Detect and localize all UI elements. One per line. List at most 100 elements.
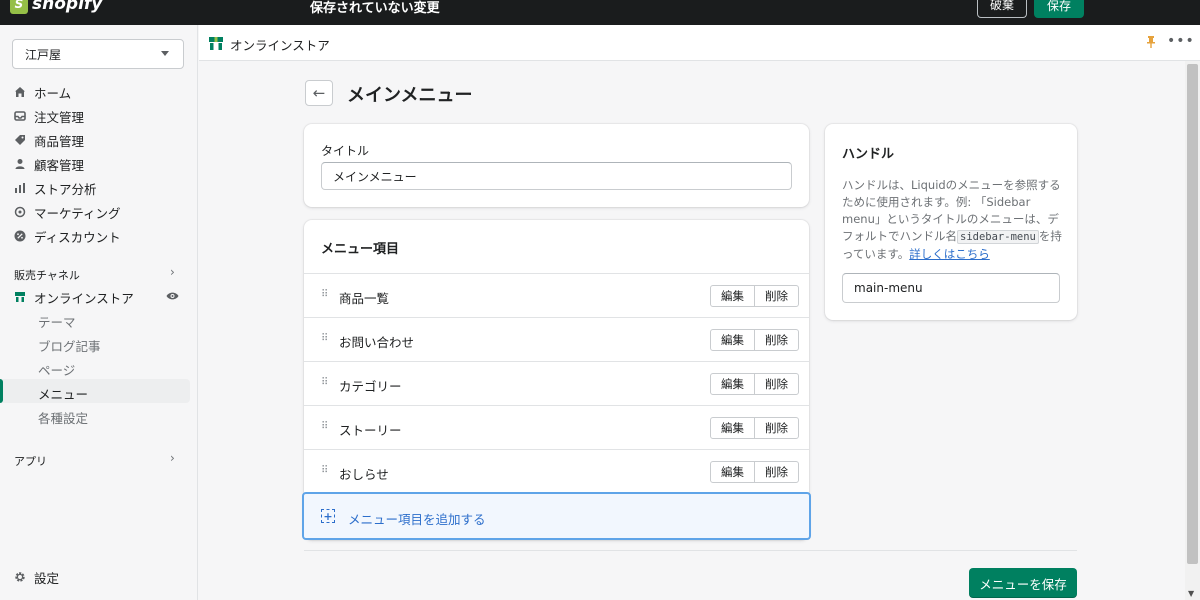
edit-button[interactable]: 編集 — [711, 418, 754, 438]
caret-down-icon — [161, 51, 169, 56]
top-bar: S shopify 保存されていない変更 破棄 保存 — [0, 0, 1200, 25]
footer-divider — [304, 550, 1077, 551]
chevron-right-icon[interactable]: › — [170, 451, 175, 465]
pin-icon[interactable] — [1146, 36, 1156, 48]
handle-example-code: sidebar-menu — [957, 230, 1039, 244]
sidebar-item-home[interactable]: ホーム — [14, 82, 71, 102]
inbox-icon — [14, 110, 26, 122]
sidebar-item-label: 商品管理 — [34, 133, 85, 149]
shopify-logo[interactable]: S shopify — [10, 0, 102, 14]
menu-item-label: ストーリー — [339, 423, 402, 438]
handle-card: ハンドル ハンドルは、Liquidのメニューを参照するために使用されます。例: … — [825, 124, 1077, 320]
delete-button[interactable]: 削除 — [754, 286, 798, 306]
sidebar-item-discounts[interactable]: ディスカウント — [14, 226, 121, 246]
menu-item-actions: 編集 削除 — [710, 285, 799, 307]
save-button[interactable]: 保存 — [1034, 0, 1084, 18]
menu-item-row[interactable]: ⠿ おしらせ 編集 削除 — [304, 449, 809, 493]
edit-button[interactable]: 編集 — [711, 330, 754, 350]
title-card: タイトル メインメニュー — [304, 124, 809, 207]
active-indicator — [0, 379, 3, 403]
more-horizontal-icon[interactable]: ••• — [1167, 33, 1195, 49]
person-icon — [14, 158, 26, 170]
sidebar-item-label: 顧客管理 — [34, 157, 85, 173]
store-selector[interactable]: 江戸屋 — [12, 39, 184, 69]
menu-items-heading: メニュー項目 — [321, 242, 400, 257]
delete-button[interactable]: 削除 — [754, 330, 798, 350]
unsaved-changes-message: 保存されていない変更 — [310, 1, 440, 16]
sidebar-sub-item-menus[interactable]: メニュー — [38, 384, 88, 403]
menu-item-actions: 編集 削除 — [710, 417, 799, 439]
store-name: 江戸屋 — [25, 47, 62, 62]
title-label: タイトル — [321, 144, 370, 158]
menu-item-row[interactable]: ⠿ ストーリー 編集 削除 — [304, 405, 809, 449]
menu-item-label: 商品一覧 — [339, 291, 390, 306]
discount-icon — [14, 230, 26, 242]
add-menu-item-button[interactable]: + メニュー項目を追加する — [302, 492, 811, 540]
sidebar-sub-item-preferences[interactable]: 各種設定 — [38, 408, 88, 427]
add-menu-item-label: メニュー項目を追加する — [348, 512, 486, 527]
sidebar-item-customers[interactable]: 顧客管理 — [14, 154, 84, 174]
sidebar-sub-item-themes[interactable]: テーマ — [38, 312, 76, 331]
eye-icon[interactable] — [166, 290, 179, 305]
drag-handle-icon[interactable]: ⠿ — [321, 465, 328, 476]
handle-input[interactable]: main-menu — [842, 273, 1060, 303]
active-item-highlight — [0, 379, 190, 403]
breadcrumb: オンラインストア — [209, 35, 330, 54]
delete-button[interactable]: 削除 — [754, 462, 798, 482]
sidebar-item-label: マーケティング — [34, 205, 121, 221]
logo-text: shopify — [32, 0, 103, 14]
title-input[interactable]: メインメニュー — [321, 162, 792, 190]
target-icon — [14, 206, 26, 218]
handle-heading: ハンドル — [842, 147, 895, 162]
edit-button[interactable]: 編集 — [711, 286, 754, 306]
learn-more-link[interactable]: 詳しくはこちら — [909, 247, 990, 261]
sidebar-item-settings[interactable]: 設定 — [14, 567, 59, 587]
handle-description: ハンドルは、Liquidのメニューを参照するために使用されます。例: 「Side… — [842, 177, 1064, 263]
plus-icon: + — [321, 509, 335, 523]
menu-item-row[interactable]: ⠿ お問い合わせ 編集 削除 — [304, 317, 809, 361]
scrollbar-thumb[interactable] — [1187, 64, 1198, 564]
edit-button[interactable]: 編集 — [711, 462, 754, 482]
sidebar-item-marketing[interactable]: マーケティング — [14, 202, 121, 222]
sidebar-item-label: ディスカウント — [34, 229, 121, 245]
sidebar-item-products[interactable]: 商品管理 — [14, 130, 84, 150]
sidebar-item-online-store[interactable]: オンラインストア — [14, 287, 134, 307]
sidebar-item-label: 設定 — [34, 570, 60, 586]
delete-button[interactable]: 削除 — [754, 418, 798, 438]
menu-item-label: おしらせ — [339, 467, 389, 482]
save-menu-button[interactable]: メニューを保存 — [969, 568, 1077, 598]
sidebar-item-label: オンラインストア — [34, 290, 134, 306]
sidebar-item-analytics[interactable]: ストア分析 — [14, 178, 97, 198]
drag-handle-icon[interactable]: ⠿ — [321, 421, 328, 432]
sidebar-sub-item-pages[interactable]: ページ — [38, 360, 75, 379]
sidebar-item-label: 注文管理 — [34, 109, 85, 125]
home-icon — [14, 86, 26, 98]
menu-item-actions: 編集 削除 — [710, 329, 799, 351]
scroll-down-arrow-icon[interactable]: ▼ — [1188, 589, 1194, 598]
back-button[interactable]: ← — [305, 80, 333, 106]
menu-item-row[interactable]: ⠿ 商品一覧 編集 削除 — [304, 273, 809, 317]
sidebar-sub-item-blog[interactable]: ブログ記事 — [38, 336, 101, 355]
drag-handle-icon[interactable]: ⠿ — [321, 333, 328, 344]
main-header: オンラインストア ••• — [199, 25, 1200, 61]
sidebar-item-label: ホーム — [34, 85, 72, 101]
gear-icon — [14, 571, 26, 583]
apps-heading[interactable]: アプリ — [14, 453, 47, 469]
edit-button[interactable]: 編集 — [711, 374, 754, 394]
discard-button[interactable]: 破棄 — [977, 0, 1027, 18]
sidebar-item-orders[interactable]: 注文管理 — [14, 106, 84, 126]
header-title: オンラインストア — [230, 38, 330, 53]
sidebar: 江戸屋 ホーム 注文管理 商品管理 顧客管理 ストア分析 マーケティング ディス… — [0, 25, 198, 600]
delete-button[interactable]: 削除 — [754, 374, 798, 394]
menu-item-actions: 編集 削除 — [710, 373, 799, 395]
store-icon — [14, 291, 26, 303]
shopify-bag-icon: S — [10, 0, 28, 14]
bar-chart-icon — [14, 182, 26, 194]
menu-item-label: カテゴリー — [339, 379, 402, 394]
online-store-icon — [209, 36, 223, 53]
drag-handle-icon[interactable]: ⠿ — [321, 289, 328, 300]
chevron-right-icon[interactable]: › — [170, 265, 175, 279]
menu-item-actions: 編集 削除 — [710, 461, 799, 483]
menu-item-row[interactable]: ⠿ カテゴリー 編集 削除 — [304, 361, 809, 405]
drag-handle-icon[interactable]: ⠿ — [321, 377, 328, 388]
